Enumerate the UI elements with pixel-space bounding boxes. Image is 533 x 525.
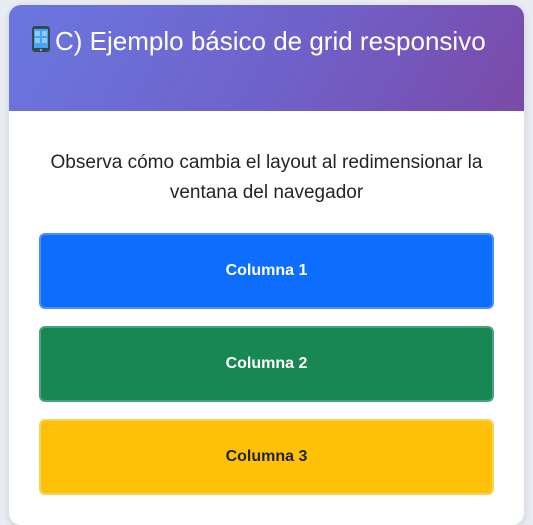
card-title-text: C) Ejemplo básico de grid responsivo (55, 26, 486, 56)
description-text: Observa cómo cambia el layout al redimen… (50, 152, 483, 203)
card-body: Observa cómo cambia el layout al redimen… (9, 111, 524, 495)
column-1-label: Columna 1 (225, 262, 308, 279)
card-header: C) Ejemplo básico de grid responsivo (9, 5, 524, 111)
column-1-box: Columna 1 (39, 233, 494, 309)
mobile-phone-icon (32, 26, 50, 52)
grid-example-card: C) Ejemplo básico de grid responsivo Obs… (9, 5, 524, 525)
card-title: C) Ejemplo básico de grid responsivo (31, 25, 502, 58)
column-3-box: Columna 3 (39, 419, 494, 495)
column-2-box: Columna 2 (39, 326, 494, 402)
column-2-label: Columna 2 (225, 355, 308, 372)
column-3-label: Columna 3 (225, 448, 308, 465)
